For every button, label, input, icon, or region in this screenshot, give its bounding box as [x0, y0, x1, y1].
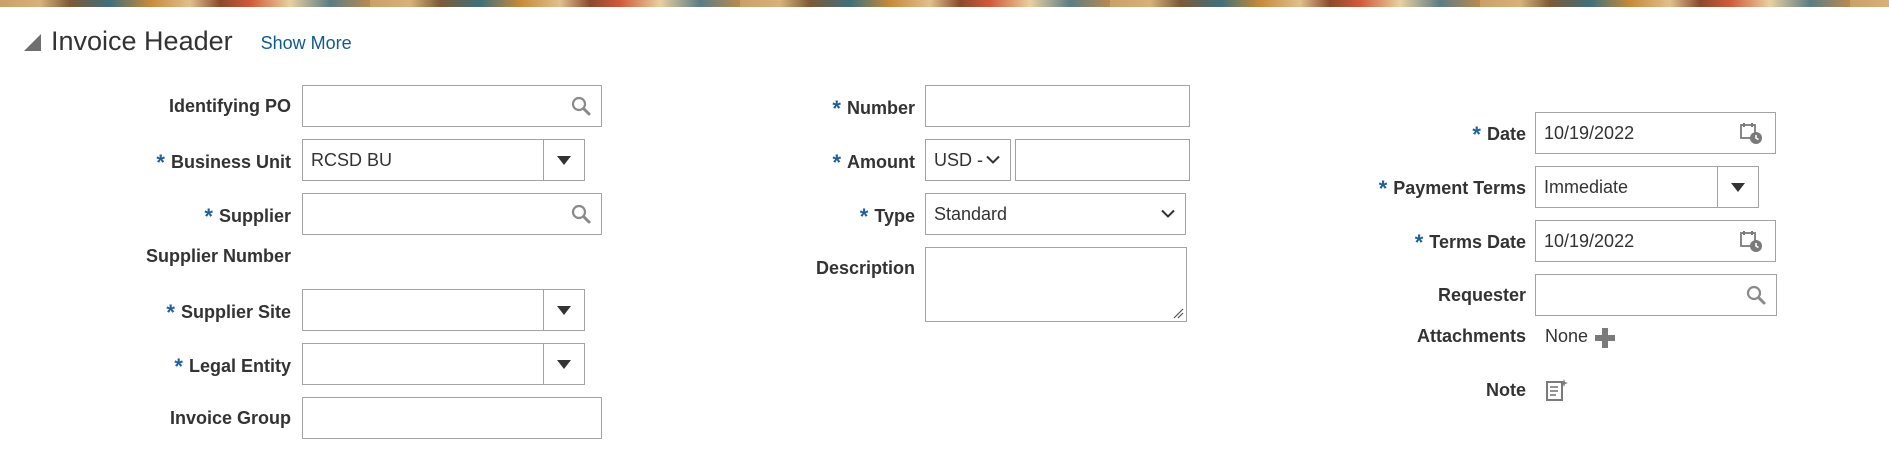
business-unit-label-text: Business Unit: [170, 152, 291, 172]
triangle-down-icon: [557, 155, 571, 165]
number-input[interactable]: [925, 85, 1190, 127]
triangle-down-icon: [557, 305, 571, 315]
requester-input[interactable]: [1535, 274, 1777, 316]
search-icon[interactable]: [571, 96, 591, 116]
requester-label: Requester: [1438, 285, 1526, 306]
triangle-down-icon: [1731, 182, 1745, 192]
business-unit-value: RCSD BU: [311, 149, 393, 170]
business-unit-select[interactable]: RCSD BU: [302, 139, 585, 181]
description-label-text: Description: [815, 258, 915, 278]
description-label: Description: [816, 258, 915, 279]
terms-date-input[interactable]: 10/19/2022: [1535, 220, 1776, 262]
required-marker: *: [166, 300, 175, 325]
payment-terms-label-text: Payment Terms: [1393, 178, 1526, 198]
attachments-value: None: [1545, 326, 1589, 346]
supplier-label-text: Supplier: [218, 206, 291, 226]
type-select[interactable]: Standard: [925, 193, 1186, 235]
payment-terms-label: * Payment Terms: [1379, 176, 1526, 202]
terms-date-value: 10/19/2022: [1544, 230, 1635, 251]
attachments-label: Attachments: [1417, 326, 1526, 347]
invoice-group-label: Invoice Group: [170, 408, 291, 429]
identifying-po-label-text: Identifying PO: [168, 96, 291, 116]
supplier-site-dropdown-button[interactable]: [543, 290, 584, 330]
chevron-down-icon: [1161, 209, 1175, 218]
supplier-site-select[interactable]: [302, 289, 585, 331]
currency-value: USD -: [934, 149, 983, 170]
identifying-po-label: Identifying PO: [169, 96, 291, 117]
triangle-down-icon: [557, 359, 571, 369]
note-label-text: Note: [1486, 380, 1526, 400]
requester-label-text: Requester: [1437, 285, 1526, 305]
number-label-text: Number: [846, 98, 915, 118]
terms-date-label: * Terms Date: [1415, 230, 1526, 256]
description-textarea[interactable]: [925, 247, 1187, 322]
show-more-link[interactable]: Show More: [261, 33, 352, 54]
required-marker: *: [859, 204, 869, 229]
required-marker: *: [832, 150, 842, 175]
supplier-label: * Supplier: [204, 204, 291, 230]
invoice-group-input[interactable]: [302, 397, 602, 439]
business-unit-label: * Business Unit: [156, 150, 291, 176]
identifying-po-input[interactable]: [302, 85, 602, 127]
supplier-site-label-text: Supplier Site: [180, 302, 291, 322]
amount-label-text: Amount: [847, 152, 915, 172]
payment-terms-value: Immediate: [1544, 176, 1629, 197]
supplier-number-label-text: Supplier Number: [145, 246, 291, 266]
terms-date-label-text: Terms Date: [1429, 232, 1526, 252]
amount-input[interactable]: [1015, 139, 1190, 181]
payment-terms-select[interactable]: Immediate: [1535, 166, 1759, 208]
number-label: * Number: [832, 96, 915, 122]
date-value: 10/19/2022: [1544, 122, 1635, 143]
payment-terms-dropdown-button[interactable]: [1717, 167, 1758, 207]
invoice-group-label-text: Invoice Group: [169, 408, 291, 428]
business-unit-dropdown-button[interactable]: [543, 140, 584, 180]
legal-entity-label-text: Legal Entity: [188, 356, 291, 376]
required-marker: *: [174, 354, 183, 379]
supplier-input[interactable]: [302, 193, 602, 235]
search-icon[interactable]: [1746, 285, 1766, 305]
supplier-number-label: Supplier Number: [146, 246, 291, 267]
supplier-site-label: * Supplier Site: [166, 300, 291, 326]
calendar-icon[interactable]: [1739, 229, 1763, 253]
required-marker: *: [1414, 230, 1424, 255]
date-input[interactable]: 10/19/2022: [1535, 112, 1776, 154]
type-label: * Type: [860, 204, 915, 230]
date-label: * Date: [1472, 122, 1526, 148]
search-icon[interactable]: [571, 204, 591, 224]
required-marker: *: [1378, 176, 1388, 201]
currency-select[interactable]: USD -: [925, 139, 1011, 181]
required-marker: *: [1472, 122, 1481, 147]
calendar-icon[interactable]: [1739, 121, 1763, 145]
resize-grip-icon[interactable]: [1172, 307, 1184, 319]
legal-entity-label: * Legal Entity: [174, 354, 291, 380]
note-label: Note: [1486, 380, 1526, 401]
amount-label: * Amount: [832, 150, 915, 176]
legal-entity-select[interactable]: [302, 343, 585, 385]
legal-entity-dropdown-button[interactable]: [543, 344, 584, 384]
attachments-label-text: Attachments: [1416, 326, 1526, 346]
note-icon[interactable]: [1545, 378, 1569, 402]
required-marker: *: [832, 96, 841, 121]
required-marker: *: [204, 204, 213, 229]
section-header: Invoice Header Show More: [24, 24, 352, 58]
plus-icon[interactable]: [1594, 327, 1616, 349]
date-label-text: Date: [1486, 124, 1526, 144]
chevron-down-icon: [986, 155, 1000, 164]
type-label-text: Type: [874, 206, 915, 226]
type-value: Standard: [934, 203, 1008, 224]
required-marker: *: [156, 150, 165, 175]
disclosure-triangle-icon[interactable]: [24, 33, 41, 51]
section-title: Invoice Header: [51, 25, 233, 56]
decorative-banner: [0, 0, 1889, 7]
